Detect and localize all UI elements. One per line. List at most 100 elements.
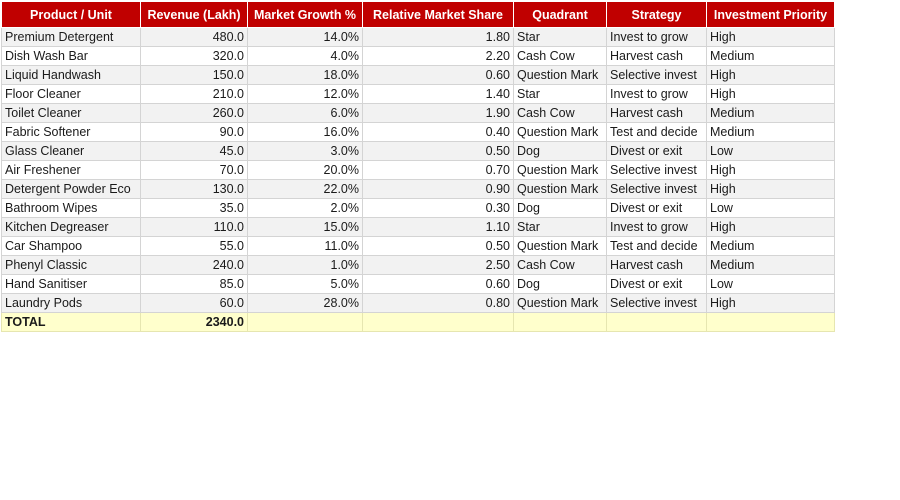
revenue-cell[interactable]: 480.0 xyxy=(140,27,248,47)
market-growth-cell[interactable]: 3.0% xyxy=(247,141,363,161)
priority-cell[interactable]: High xyxy=(706,65,835,85)
relative-share-cell[interactable]: 1.40 xyxy=(362,84,514,104)
revenue-cell[interactable]: 150.0 xyxy=(140,65,248,85)
priority-cell[interactable]: High xyxy=(706,179,835,199)
quadrant-cell[interactable]: Dog xyxy=(513,274,607,294)
revenue-cell[interactable]: 85.0 xyxy=(140,274,248,294)
total-empty-cell[interactable] xyxy=(362,312,514,332)
product-cell[interactable]: Dish Wash Bar xyxy=(1,46,141,66)
revenue-cell[interactable]: 130.0 xyxy=(140,179,248,199)
revenue-cell[interactable]: 240.0 xyxy=(140,255,248,275)
priority-cell[interactable]: Medium xyxy=(706,46,835,66)
product-cell[interactable]: Bathroom Wipes xyxy=(1,198,141,218)
market-growth-cell[interactable]: 12.0% xyxy=(247,84,363,104)
revenue-cell[interactable]: 55.0 xyxy=(140,236,248,256)
product-cell[interactable]: Premium Detergent xyxy=(1,27,141,47)
market-growth-cell[interactable]: 1.0% xyxy=(247,255,363,275)
total-label-cell[interactable]: TOTAL xyxy=(1,312,141,332)
strategy-cell[interactable]: Divest or exit xyxy=(606,198,707,218)
column-header-relative-market-share[interactable]: Relative Market Share xyxy=(362,1,514,28)
column-header-investment-priority[interactable]: Investment Priority xyxy=(706,1,835,28)
total-empty-cell[interactable] xyxy=(247,312,363,332)
relative-share-cell[interactable]: 0.30 xyxy=(362,198,514,218)
revenue-cell[interactable]: 90.0 xyxy=(140,122,248,142)
priority-cell[interactable]: Medium xyxy=(706,122,835,142)
priority-cell[interactable]: High xyxy=(706,160,835,180)
column-header-revenue[interactable]: Revenue (Lakh) xyxy=(140,1,248,28)
market-growth-cell[interactable]: 15.0% xyxy=(247,217,363,237)
product-cell[interactable]: Laundry Pods xyxy=(1,293,141,313)
priority-cell[interactable]: Medium xyxy=(706,255,835,275)
priority-cell[interactable]: High xyxy=(706,84,835,104)
column-header-quadrant[interactable]: Quadrant xyxy=(513,1,607,28)
product-cell[interactable]: Fabric Softener xyxy=(1,122,141,142)
quadrant-cell[interactable]: Cash Cow xyxy=(513,46,607,66)
market-growth-cell[interactable]: 28.0% xyxy=(247,293,363,313)
market-growth-cell[interactable]: 11.0% xyxy=(247,236,363,256)
market-growth-cell[interactable]: 18.0% xyxy=(247,65,363,85)
market-growth-cell[interactable]: 2.0% xyxy=(247,198,363,218)
strategy-cell[interactable]: Invest to grow xyxy=(606,84,707,104)
quadrant-cell[interactable]: Cash Cow xyxy=(513,103,607,123)
strategy-cell[interactable]: Harvest cash xyxy=(606,255,707,275)
strategy-cell[interactable]: Selective invest xyxy=(606,179,707,199)
strategy-cell[interactable]: Harvest cash xyxy=(606,103,707,123)
strategy-cell[interactable]: Invest to grow xyxy=(606,217,707,237)
total-revenue-cell[interactable]: 2340.0 xyxy=(140,312,248,332)
quadrant-cell[interactable]: Star xyxy=(513,84,607,104)
strategy-cell[interactable]: Selective invest xyxy=(606,160,707,180)
relative-share-cell[interactable]: 0.50 xyxy=(362,236,514,256)
revenue-cell[interactable]: 260.0 xyxy=(140,103,248,123)
strategy-cell[interactable]: Invest to grow xyxy=(606,27,707,47)
relative-share-cell[interactable]: 0.90 xyxy=(362,179,514,199)
priority-cell[interactable]: High xyxy=(706,293,835,313)
product-cell[interactable]: Hand Sanitiser xyxy=(1,274,141,294)
revenue-cell[interactable]: 320.0 xyxy=(140,46,248,66)
strategy-cell[interactable]: Selective invest xyxy=(606,65,707,85)
market-growth-cell[interactable]: 22.0% xyxy=(247,179,363,199)
strategy-cell[interactable]: Divest or exit xyxy=(606,274,707,294)
quadrant-cell[interactable]: Question Mark xyxy=(513,179,607,199)
relative-share-cell[interactable]: 0.50 xyxy=(362,141,514,161)
total-empty-cell[interactable] xyxy=(706,312,835,332)
strategy-cell[interactable]: Test and decide xyxy=(606,236,707,256)
revenue-cell[interactable]: 35.0 xyxy=(140,198,248,218)
priority-cell[interactable]: Low xyxy=(706,274,835,294)
quadrant-cell[interactable]: Dog xyxy=(513,141,607,161)
product-cell[interactable]: Kitchen Degreaser xyxy=(1,217,141,237)
strategy-cell[interactable]: Divest or exit xyxy=(606,141,707,161)
relative-share-cell[interactable]: 0.40 xyxy=(362,122,514,142)
revenue-cell[interactable]: 70.0 xyxy=(140,160,248,180)
market-growth-cell[interactable]: 20.0% xyxy=(247,160,363,180)
priority-cell[interactable]: Medium xyxy=(706,236,835,256)
relative-share-cell[interactable]: 1.80 xyxy=(362,27,514,47)
relative-share-cell[interactable]: 1.10 xyxy=(362,217,514,237)
product-cell[interactable]: Liquid Handwash xyxy=(1,65,141,85)
market-growth-cell[interactable]: 6.0% xyxy=(247,103,363,123)
strategy-cell[interactable]: Test and decide xyxy=(606,122,707,142)
column-header-market-growth[interactable]: Market Growth % xyxy=(247,1,363,28)
revenue-cell[interactable]: 45.0 xyxy=(140,141,248,161)
product-cell[interactable]: Glass Cleaner xyxy=(1,141,141,161)
relative-share-cell[interactable]: 0.70 xyxy=(362,160,514,180)
quadrant-cell[interactable]: Dog xyxy=(513,198,607,218)
priority-cell[interactable]: Medium xyxy=(706,103,835,123)
relative-share-cell[interactable]: 2.50 xyxy=(362,255,514,275)
column-header-product[interactable]: Product / Unit xyxy=(1,1,141,28)
quadrant-cell[interactable]: Question Mark xyxy=(513,293,607,313)
product-cell[interactable]: Floor Cleaner xyxy=(1,84,141,104)
quadrant-cell[interactable]: Question Mark xyxy=(513,236,607,256)
revenue-cell[interactable]: 110.0 xyxy=(140,217,248,237)
priority-cell[interactable]: Low xyxy=(706,198,835,218)
market-growth-cell[interactable]: 4.0% xyxy=(247,46,363,66)
strategy-cell[interactable]: Harvest cash xyxy=(606,46,707,66)
strategy-cell[interactable]: Selective invest xyxy=(606,293,707,313)
quadrant-cell[interactable]: Star xyxy=(513,217,607,237)
revenue-cell[interactable]: 210.0 xyxy=(140,84,248,104)
relative-share-cell[interactable]: 0.60 xyxy=(362,65,514,85)
product-cell[interactable]: Phenyl Classic xyxy=(1,255,141,275)
product-cell[interactable]: Air Freshener xyxy=(1,160,141,180)
market-growth-cell[interactable]: 5.0% xyxy=(247,274,363,294)
market-growth-cell[interactable]: 14.0% xyxy=(247,27,363,47)
product-cell[interactable]: Car Shampoo xyxy=(1,236,141,256)
